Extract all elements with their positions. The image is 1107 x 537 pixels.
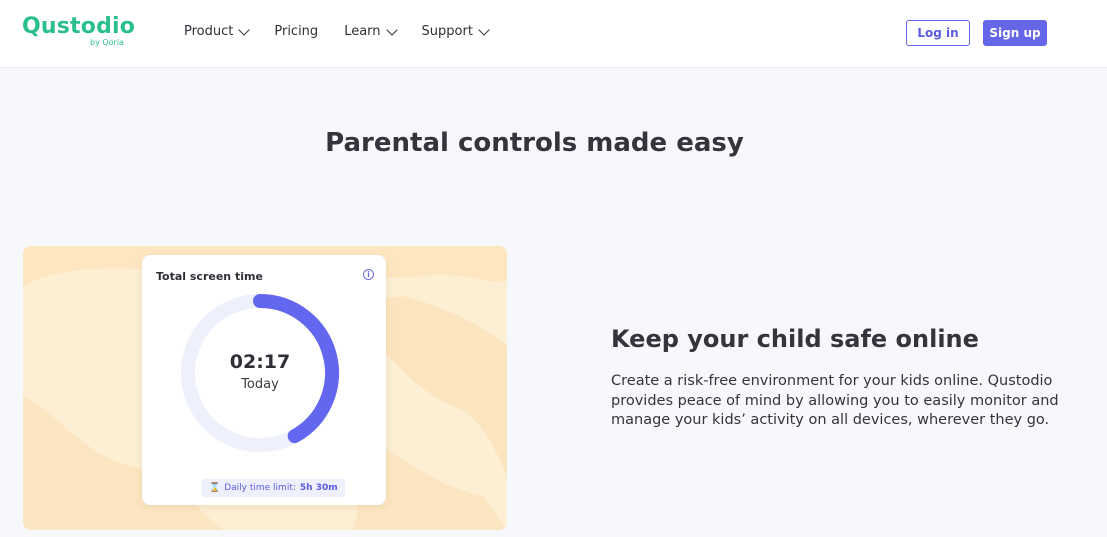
logo-wordmark: Qustodio [22, 14, 136, 39]
qustodio-logo[interactable]: Qustodio by Qoria [22, 14, 136, 50]
screen-time-illustration: Total screen time i 02:17 Today ⌛ Daily … [23, 246, 507, 530]
nav-learn[interactable]: Learn [344, 23, 398, 39]
nav-product-label: Product [184, 24, 234, 39]
main-nav: Product Pricing Learn Support [184, 23, 490, 39]
nav-support-label: Support [421, 24, 473, 39]
nav-learn-label: Learn [344, 24, 381, 39]
daily-limit-badge: ⌛ Daily time limit: 5h 30m [202, 479, 345, 497]
screen-time-card: Total screen time i 02:17 Today ⌛ Daily … [142, 255, 386, 505]
chevron-down-icon [385, 23, 398, 36]
hourglass-icon: ⌛ [209, 483, 221, 493]
section-title: Keep your child safe online [611, 325, 979, 353]
screen-time-value: 02:17 [229, 351, 291, 373]
daily-limit-value: 5h 30m [299, 483, 338, 493]
nav-pricing[interactable]: Pricing [274, 24, 318, 39]
page-title: Parental controls made easy [325, 128, 744, 158]
top-navigation-bar: Qustodio by Qoria Product Pricing Learn … [0, 0, 1107, 68]
screen-time-gauge [181, 294, 339, 452]
section-description: Create a risk-free environment for your … [611, 373, 1059, 428]
login-button[interactable]: Log in [906, 20, 970, 46]
nav-pricing-label: Pricing [274, 24, 319, 39]
chevron-down-icon [478, 23, 490, 36]
signup-button[interactable]: Sign up [983, 20, 1047, 46]
screen-time-period: Today [241, 377, 279, 392]
nav-support[interactable]: Support [421, 23, 490, 39]
daily-limit-label: Daily time limit: [224, 483, 296, 493]
logo-subtitle: by Qoria [90, 38, 124, 47]
nav-product[interactable]: Product [184, 23, 251, 39]
card-title: Total screen time [156, 270, 263, 283]
info-icon[interactable]: i [363, 269, 374, 280]
chevron-down-icon [238, 23, 251, 36]
